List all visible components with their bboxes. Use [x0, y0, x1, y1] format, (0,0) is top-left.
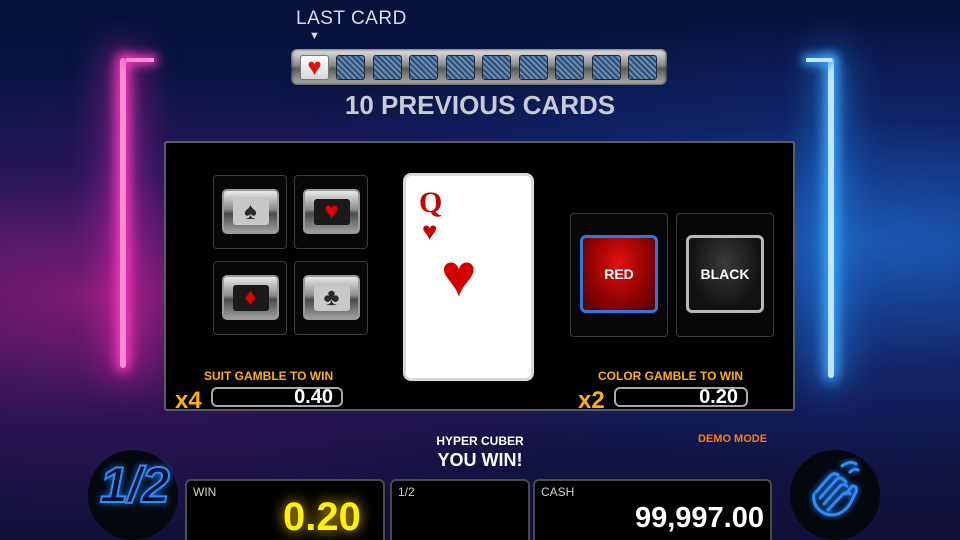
neon-bar-right-top — [806, 58, 832, 62]
suit-gamble-multiplier: x4 — [175, 387, 202, 414]
history-card-back — [555, 55, 584, 80]
history-card-back — [592, 55, 621, 80]
history-card-back — [373, 55, 402, 80]
history-card-1: ♥ — [300, 55, 329, 80]
card-rank: Q — [419, 186, 443, 219]
spade-icon: ♠ — [232, 198, 269, 225]
last-card-arrow-icon: ▼ — [309, 30, 320, 42]
cash-box: CASH 99,997.00 — [533, 479, 772, 540]
color-gamble-multiplier: x2 — [578, 387, 605, 414]
color-gamble-value: 0.20 — [614, 387, 748, 407]
suit-slot-diamond: ♦ — [213, 261, 287, 335]
half-gamble-icon[interactable]: 1/2 — [99, 456, 171, 514]
current-card: Q ♥ ♥ — [403, 173, 534, 381]
hand-collect-icon[interactable] — [806, 458, 864, 520]
diamond-icon: ♦ — [232, 284, 269, 311]
gamble-panel: ♠ ♥ ♦ ♣ Q ♥ ♥ RED BLACK SUIT GAMBLE TO W… — [164, 141, 795, 414]
suit-slot-club: ♣ — [294, 261, 368, 335]
half-label: 1/2 — [398, 485, 415, 499]
heart-icon: ♥ — [313, 198, 350, 225]
suit-gamble-value: 0.40 — [211, 387, 343, 407]
cash-label: CASH — [541, 485, 575, 499]
history-card-back — [336, 55, 365, 80]
suit-slot-spade: ♠ — [213, 175, 287, 249]
history-card-back — [519, 55, 548, 80]
heart-button[interactable]: ♥ — [303, 189, 360, 234]
history-card-back — [628, 55, 657, 80]
black-button[interactable]: BLACK — [686, 235, 764, 313]
red-button[interactable]: RED — [580, 235, 658, 313]
card-big-heart-icon: ♥ — [441, 242, 477, 309]
history-card-back — [409, 55, 438, 80]
card-small-heart-icon: ♥ — [422, 216, 438, 246]
spade-button[interactable]: ♠ — [222, 189, 279, 234]
suit-slot-heart: ♥ — [294, 175, 368, 249]
red-slot: RED — [570, 213, 668, 337]
club-button[interactable]: ♣ — [303, 275, 360, 320]
win-label: WIN — [193, 485, 217, 499]
last-card-label: LAST CARD — [296, 8, 407, 29]
win-value: 0.20 — [283, 495, 361, 539]
half-box[interactable]: 1/2 — [390, 479, 530, 540]
win-box: WIN 0.20 — [185, 479, 385, 540]
suit-gamble-label: SUIT GAMBLE TO WIN — [204, 369, 334, 383]
diamond-button[interactable]: ♦ — [222, 275, 279, 320]
black-slot: BLACK — [676, 213, 774, 337]
win-message: YOU WIN! — [437, 450, 523, 470]
history-card-back — [446, 55, 475, 80]
history-card-back — [482, 55, 511, 80]
previous-cards-bar: ♥ — [291, 49, 667, 85]
previous-cards-title: 10 PREVIOUS CARDS — [344, 90, 616, 120]
demo-mode-label: DEMO MODE — [698, 433, 768, 445]
color-gamble-label: COLOR GAMBLE TO WIN — [598, 369, 744, 383]
neon-bar-left-top — [126, 58, 154, 62]
game-name: HYPER CUBER — [436, 434, 524, 448]
club-icon: ♣ — [313, 284, 350, 311]
cash-value: 99,997.00 — [634, 502, 764, 534]
